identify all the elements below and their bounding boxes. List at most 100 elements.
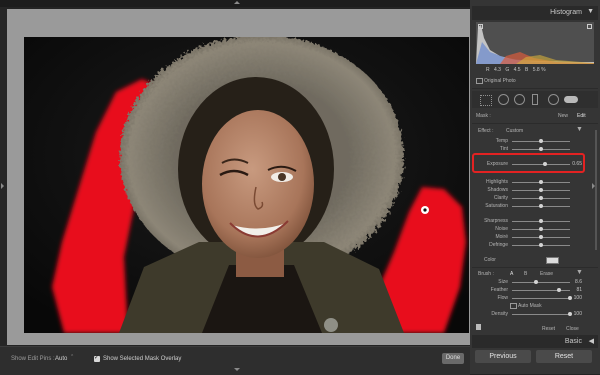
original-photo-checkbox[interactable]: [476, 78, 483, 84]
develop-right-panel: Histogram ▼ R 4.3 G 4.5 B 5.8 % Original…: [470, 0, 600, 374]
slider-row-highlights[interactable]: Highlights: [470, 179, 600, 187]
histogram-graph[interactable]: [476, 22, 594, 64]
brush-flow-row[interactable]: Flow 100: [470, 295, 600, 303]
highlight-clip-indicator[interactable]: [587, 24, 592, 29]
slider-row-noise[interactable]: Noise: [470, 226, 600, 234]
graduated-filter-icon[interactable]: [532, 94, 538, 105]
basic-title: Basic: [564, 338, 582, 345]
radial-filter-icon[interactable]: [548, 94, 559, 105]
divider: [472, 123, 598, 124]
collapse-triangle-icon[interactable]: ▼: [576, 269, 583, 276]
previous-button[interactable]: Previous: [475, 350, 531, 363]
color-swatch[interactable]: [546, 257, 559, 264]
readout-unit: %: [541, 67, 546, 73]
effect-preset-select[interactable]: Custom: [506, 128, 523, 134]
slider-knob[interactable]: [539, 243, 543, 247]
brush-label: Brush :: [478, 271, 494, 277]
reset-button[interactable]: Reset: [536, 350, 592, 363]
slider-label: Defringe: [489, 242, 508, 248]
brush-size-row[interactable]: Size 8.6: [470, 279, 600, 287]
readout-r-value: 4.3: [494, 67, 501, 73]
brush-feather-row[interactable]: Feather 81: [470, 287, 600, 295]
brush-size-label: Size: [498, 279, 508, 285]
histogram-header[interactable]: Histogram ▼: [472, 6, 598, 20]
portrait-image: [24, 37, 469, 333]
slider-label: Moiré: [495, 234, 508, 240]
expand-triangle-icon[interactable]: ◀: [589, 337, 594, 345]
crop-tool-icon[interactable]: [480, 95, 492, 106]
slider-row-sharpness[interactable]: Sharpness: [470, 218, 600, 226]
slider-row-defringe[interactable]: Defringe: [470, 242, 600, 250]
brush-density-row[interactable]: Density 100: [470, 311, 600, 319]
brush-feather-knob[interactable]: [557, 288, 561, 292]
bottom-panel-toggle-icon[interactable]: [234, 368, 240, 371]
done-button[interactable]: Done: [442, 353, 464, 364]
slider-knob[interactable]: [539, 180, 543, 184]
slider-row-temp[interactable]: Temp: [470, 138, 600, 146]
brush-size-value[interactable]: 8.6: [570, 279, 582, 285]
brush-flow-track[interactable]: [512, 298, 570, 299]
histogram-plot: [476, 25, 594, 64]
slider-label: Sharpness: [484, 218, 508, 224]
slider-knob[interactable]: [539, 139, 543, 143]
slider-label: Saturation: [485, 203, 508, 209]
readout-b-value: 5.8: [532, 67, 540, 73]
right-panel-toggle-icon[interactable]: [592, 183, 595, 189]
brush-density-label: Density: [491, 311, 508, 317]
slider-row-moir[interactable]: Moiré: [470, 234, 600, 242]
panel-scrollbar[interactable]: [595, 130, 597, 250]
brush-flow-value[interactable]: 100: [570, 295, 582, 301]
brush-size-track[interactable]: [512, 282, 570, 283]
readout-g-label: G: [505, 67, 510, 73]
mask-edit-button[interactable]: Edit: [577, 113, 586, 119]
divider: [472, 88, 598, 89]
effect-label: Effect :: [478, 128, 494, 134]
collapse-triangle-icon[interactable]: ▼: [576, 126, 583, 133]
basic-panel-header[interactable]: Basic ◀: [472, 335, 598, 348]
spot-removal-icon[interactable]: [498, 94, 509, 105]
slider-knob[interactable]: [539, 227, 543, 231]
brush-a-button[interactable]: A: [510, 271, 513, 277]
brush-feather-track[interactable]: [512, 290, 570, 291]
slider-label: Highlights: [486, 179, 508, 185]
tool-strip: [472, 91, 598, 108]
mask-new-button[interactable]: New: [558, 113, 568, 119]
brush-feather-label: Feather: [490, 287, 508, 293]
slider-knob[interactable]: [539, 204, 543, 208]
readout-r-label: R: [486, 67, 490, 73]
auto-mask-label: Auto Mask: [518, 303, 542, 309]
panel-close-button[interactable]: Close: [566, 326, 579, 332]
mask-switch-icon[interactable]: [476, 324, 481, 330]
divider: [472, 267, 598, 268]
slider-knob[interactable]: [539, 188, 543, 192]
readout-g-value: 4.5: [513, 67, 521, 73]
slider-knob[interactable]: [539, 147, 543, 151]
slider-row-saturation[interactable]: Saturation: [470, 203, 600, 211]
brush-density-track[interactable]: [512, 314, 570, 315]
slider-knob[interactable]: [539, 235, 543, 239]
auto-mask-checkbox[interactable]: [510, 303, 517, 309]
adjustment-brush-icon[interactable]: [564, 96, 578, 103]
brush-size-knob[interactable]: [534, 280, 538, 284]
left-panel-toggle-icon[interactable]: [1, 183, 4, 189]
panel-reset-button[interactable]: Reset: [542, 326, 555, 332]
slider-row-shadows[interactable]: Shadows: [470, 187, 600, 195]
slider-knob[interactable]: [539, 196, 543, 200]
brush-feather-value[interactable]: 81: [570, 287, 582, 293]
mask-label: Mask :: [476, 113, 491, 119]
slider-knob[interactable]: [539, 219, 543, 223]
brush-flow-label: Flow: [497, 295, 508, 301]
show-edit-pins-select[interactable]: Auto: [55, 356, 67, 362]
top-panel-toggle-icon[interactable]: [234, 1, 240, 4]
brush-b-button[interactable]: B: [524, 271, 527, 277]
brush-density-value[interactable]: 100: [570, 311, 582, 317]
photo[interactable]: [24, 37, 469, 333]
histogram-title: Histogram: [550, 9, 582, 16]
slider-row-clarity[interactable]: Clarity: [470, 195, 600, 203]
brush-erase-button[interactable]: Erase: [540, 271, 553, 277]
collapse-triangle-icon[interactable]: ▼: [587, 8, 594, 15]
shadow-clip-indicator[interactable]: [478, 24, 483, 29]
mask-overlay-checkbox[interactable]: ✓: [94, 355, 100, 362]
red-eye-icon[interactable]: [514, 94, 525, 105]
slider-label: Tint: [499, 146, 508, 152]
